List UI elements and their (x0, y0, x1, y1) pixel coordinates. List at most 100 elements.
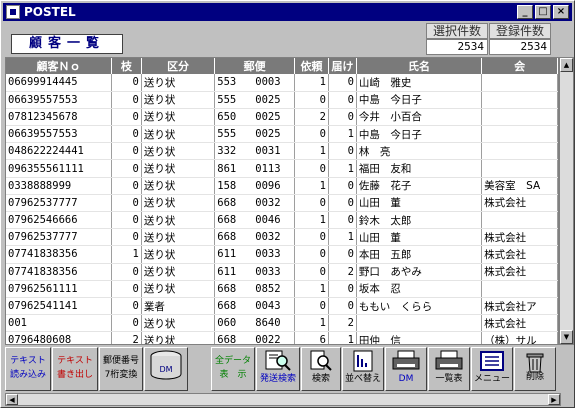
table-cell[interactable]: 668 0043 (214, 297, 296, 316)
table-cell[interactable]: 0 (111, 297, 142, 316)
table-cell[interactable]: 0 (294, 125, 329, 144)
col-header[interactable]: 区分 (141, 58, 216, 74)
table-row[interactable]: 06639557553 0 送り状 555 0025 0 0 中島 今日子 (6, 91, 558, 109)
col-header[interactable]: 枝 (111, 58, 142, 74)
table-cell[interactable]: 0 (328, 74, 357, 92)
table-cell[interactable]: 332 0031 (214, 142, 296, 161)
table-cell[interactable] (481, 108, 558, 127)
table-cell[interactable]: 1 (111, 245, 142, 264)
table-cell[interactable]: 611 0033 (214, 263, 296, 281)
table-cell[interactable]: 06639557553 (6, 125, 113, 144)
table-cell[interactable]: 株式会社 (481, 228, 558, 247)
table-cell[interactable]: 0 (294, 91, 329, 109)
table-cell[interactable]: 0 (328, 91, 357, 109)
table-cell[interactable] (481, 91, 558, 109)
table-cell[interactable]: 060 8640 (214, 314, 296, 333)
table-cell[interactable]: 送り状 (141, 211, 216, 230)
table-row[interactable]: 07812345678 0 送り状 650 0025 2 0 今井 小百合 (6, 108, 558, 127)
table-cell[interactable]: 6 (294, 331, 329, 344)
table-row[interactable]: 048622224441 0 送り状 332 0031 1 0 林 亮 (6, 142, 558, 161)
table-cell[interactable]: 1 (294, 142, 329, 161)
table-row[interactable]: 07962541141 0 業者 668 0043 0 0 ももい くらら 株式会社ア (6, 297, 558, 316)
table-cell[interactable]: 2 (328, 314, 357, 333)
table-cell[interactable]: 06699914445 (6, 74, 113, 92)
table-cell[interactable]: 07962541141 (6, 297, 113, 316)
table-cell[interactable]: 送り状 (141, 177, 216, 195)
table-cell[interactable]: 650 0025 (214, 108, 296, 127)
sort-button[interactable]: 並べ替え (342, 347, 384, 391)
table-cell[interactable]: 田仲 信 (356, 331, 483, 344)
table-cell[interactable]: 送り状 (141, 280, 216, 298)
col-header[interactable]: 顧客Ｎｏ (6, 58, 113, 74)
table-cell[interactable]: 0 (328, 194, 357, 213)
table-cell[interactable]: 1 (294, 280, 329, 298)
table-cell[interactable]: 1 (294, 177, 329, 195)
close-button[interactable]: × (553, 5, 569, 19)
col-header[interactable]: 郵便 (214, 58, 296, 74)
table-row[interactable]: 07962561111 0 送り状 668 0852 1 0 坂本 忍 (6, 280, 558, 298)
table-cell[interactable]: 株式会社 (481, 245, 558, 264)
table-cell[interactable]: 001 (6, 314, 113, 333)
table-cell[interactable]: 山田 董 (356, 228, 483, 247)
text-import-button[interactable]: テキスト 読み込み (5, 347, 51, 391)
table-cell[interactable]: 668 0852 (214, 280, 296, 298)
table-cell[interactable]: 07962561111 (6, 280, 113, 298)
table-cell[interactable]: 0 (111, 211, 142, 230)
table-cell[interactable]: 668 0032 (214, 228, 296, 247)
table-row[interactable]: 06699914445 0 送り状 553 0003 1 0 山崎 雅史 (6, 74, 558, 92)
table-cell[interactable] (481, 125, 558, 144)
table-cell[interactable]: 861 0113 (214, 159, 296, 178)
scroll-right-arrow-icon[interactable]: ▶ (548, 394, 560, 405)
table-cell[interactable]: 0338888999 (6, 177, 113, 195)
table-cell[interactable]: 業者 (141, 297, 216, 316)
table-cell[interactable]: 1 (294, 211, 329, 230)
table-cell[interactable]: 611 0033 (214, 245, 296, 264)
table-cell[interactable]: ももい くらら (356, 297, 483, 316)
table-cell[interactable]: 送り状 (141, 331, 216, 344)
table-cell[interactable]: 0 (111, 108, 142, 127)
table-cell[interactable]: 2 (294, 108, 329, 127)
table-cell[interactable]: 0 (328, 177, 357, 195)
table-cell[interactable]: 送り状 (141, 91, 216, 109)
minimize-button[interactable]: _ (517, 5, 533, 19)
table-cell[interactable]: 送り状 (141, 228, 216, 247)
table-cell[interactable]: 0 (111, 314, 142, 333)
scroll-left-arrow-icon[interactable]: ◀ (6, 394, 18, 405)
table-cell[interactable]: 0 (294, 228, 329, 247)
list-print-button[interactable]: 一覧表 (428, 347, 470, 391)
table-cell[interactable]: 07741838356 (6, 263, 113, 281)
table-cell[interactable]: （株）サル (481, 331, 558, 344)
table-cell[interactable]: 中島 今日子 (356, 91, 483, 109)
table-cell[interactable]: 158 0096 (214, 177, 296, 195)
table-cell[interactable]: 07962537777 (6, 228, 113, 247)
table-cell[interactable]: 0 (111, 74, 142, 92)
send-search-button[interactable]: 発送検索 (256, 347, 300, 391)
table-cell[interactable] (481, 142, 558, 161)
col-header[interactable]: 会 (481, 58, 558, 74)
table-cell[interactable]: 坂本 忍 (356, 280, 483, 298)
table-row[interactable]: 07962537777 0 送り状 668 0032 0 1 山田 董株式会社 (6, 228, 558, 247)
table-cell[interactable]: 送り状 (141, 194, 216, 213)
table-cell[interactable]: 2 (111, 331, 142, 344)
table-cell[interactable]: 0 (294, 263, 329, 281)
table-cell[interactable]: 山崎 雅史 (356, 74, 483, 92)
table-cell[interactable]: 送り状 (141, 125, 216, 144)
table-cell[interactable]: 今井 小百合 (356, 108, 483, 127)
table-cell[interactable]: 送り状 (141, 263, 216, 281)
horizontal-scrollbar[interactable]: ◀ ▶ (5, 393, 561, 406)
table-row[interactable]: 07962537777 0 送り状 668 0032 0 0 山田 董株式会社 (6, 194, 558, 213)
table-cell[interactable]: 送り状 (141, 74, 216, 92)
table-cell[interactable]: 0 (111, 228, 142, 247)
table-cell[interactable]: 林 亮 (356, 142, 483, 161)
table-cell[interactable] (481, 280, 558, 298)
maximize-button[interactable]: □ (535, 5, 551, 19)
col-header[interactable]: 届け (328, 58, 357, 74)
table-cell[interactable]: 096355561111 (6, 159, 113, 178)
scroll-up-arrow-icon[interactable]: ▲ (560, 58, 573, 72)
table-cell[interactable]: 0796480608 (6, 331, 113, 344)
delete-button[interactable]: 削除 (514, 347, 556, 391)
table-cell[interactable] (356, 314, 483, 333)
table-cell[interactable]: 1 (328, 228, 357, 247)
table-cell[interactable]: 0 (294, 245, 329, 264)
table-cell[interactable]: 0 (294, 194, 329, 213)
